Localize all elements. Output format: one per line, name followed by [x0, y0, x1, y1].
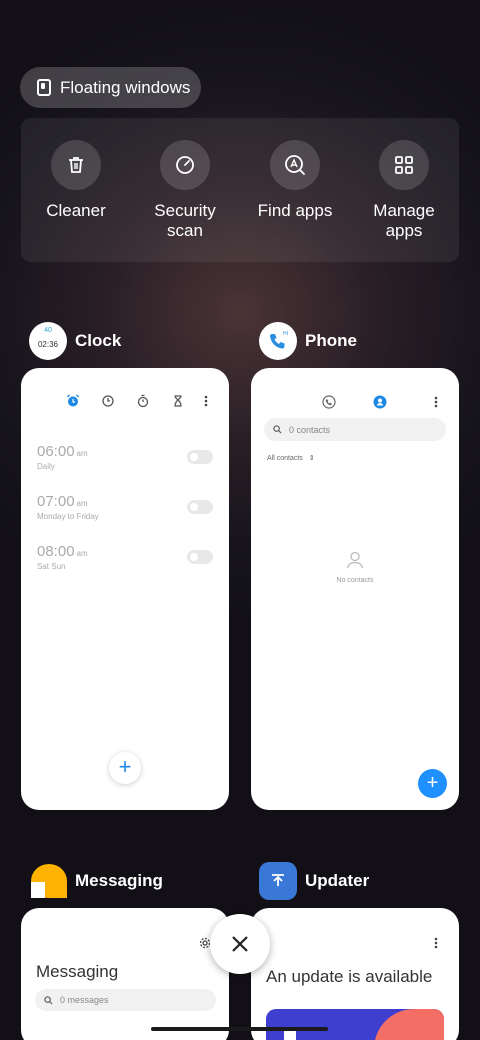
update-banner — [266, 1009, 444, 1040]
updater-card-header[interactable]: Updater — [259, 862, 369, 900]
search-icon — [44, 995, 53, 1005]
phone-app-icon: HI — [259, 322, 297, 360]
clock-icon-top: 40 — [44, 327, 52, 334]
cleaner-button[interactable]: Cleaner — [21, 140, 131, 221]
clock-app-title: Clock — [75, 331, 122, 350]
alarm-row[interactable]: 08:00 am Sat Sun — [37, 543, 213, 577]
alarm-ampm: am — [76, 549, 88, 558]
clock-icon-time: 02:36 — [37, 340, 59, 349]
alarm-time: 07:00 — [37, 493, 75, 510]
updater-app-icon — [259, 862, 297, 900]
clock-tabs — [21, 394, 229, 410]
messaging-heading: Messaging — [36, 962, 119, 981]
shield-check-icon — [160, 140, 210, 190]
clock-app-icon: 40 02:36 — [29, 322, 67, 360]
person-icon — [346, 551, 364, 569]
alarm-row[interactable]: 07:00 am Monday to Friday — [37, 493, 213, 527]
messaging-app-icon — [29, 864, 67, 898]
alarm-toggle[interactable] — [187, 500, 213, 514]
phone-app-title: Phone — [305, 331, 357, 350]
stopwatch-icon[interactable] — [136, 394, 150, 413]
manage-apps-button[interactable]: Manage apps — [349, 140, 459, 241]
find-apps-button[interactable]: Find apps — [240, 140, 350, 221]
updater-app-card[interactable]: An update is available — [251, 908, 459, 1040]
more-options-icon[interactable] — [433, 395, 439, 414]
add-alarm-button[interactable]: + — [109, 752, 141, 784]
find-apps-icon — [270, 140, 320, 190]
grid-icon — [379, 140, 429, 190]
messaging-app-card[interactable]: Messaging 0 messages — [21, 908, 229, 1040]
messages-search-input[interactable]: 0 messages — [35, 989, 216, 1011]
alarm-repeat: Sat Sun — [37, 562, 66, 571]
messaging-app-title: Messaging — [75, 871, 163, 890]
more-options-icon[interactable] — [433, 936, 439, 955]
clock-app-card[interactable]: 06:00 am Daily 07:00 am Monday to Friday 0… — [21, 368, 229, 810]
quick-tools-panel: Cleaner Security scan Find apps Manage a… — [21, 118, 459, 262]
contacts-tab-icon[interactable] — [373, 395, 387, 414]
search-icon — [273, 425, 282, 434]
contacts-filter-label: All contacts — [267, 455, 303, 462]
update-available-heading: An update is available — [266, 967, 433, 986]
phone-icon-badge: HI — [283, 331, 288, 337]
alarm-ampm: am — [76, 449, 88, 458]
close-icon — [232, 936, 248, 952]
no-contacts-empty-state: No contacts — [251, 550, 459, 584]
updater-app-title: Updater — [305, 871, 370, 890]
alarm-toggle[interactable] — [187, 550, 213, 564]
clock-card-header[interactable]: 40 02:36 Clock — [29, 322, 121, 360]
floating-windows-button[interactable]: Floating windows — [20, 67, 201, 108]
alarm-repeat: Daily — [37, 462, 55, 471]
close-all-button[interactable] — [210, 914, 270, 974]
alarm-toggle[interactable] — [187, 450, 213, 464]
phone-app-card[interactable]: 0 contacts All contacts ⇕ No contacts + — [251, 368, 459, 810]
find-apps-label: Find apps — [257, 201, 333, 220]
contacts-search-input[interactable]: 0 contacts — [264, 418, 446, 441]
alarm-repeat: Monday to Friday — [37, 512, 99, 521]
phone-card-header[interactable]: HI Phone — [259, 322, 357, 360]
add-contact-button[interactable]: + — [418, 769, 447, 798]
messaging-card-header[interactable]: Messaging — [29, 864, 163, 898]
security-label-line1: Security — [154, 201, 216, 220]
security-scan-button[interactable]: Security scan — [130, 140, 240, 241]
world-clock-icon[interactable] — [101, 394, 115, 413]
messages-search-placeholder: 0 messages — [60, 995, 109, 1005]
trash-icon — [51, 140, 101, 190]
cleaner-label: Cleaner — [46, 201, 106, 220]
no-contacts-label: No contacts — [336, 577, 374, 584]
manage-label-line1: Manage — [373, 201, 435, 220]
contacts-filter-dropdown[interactable]: All contacts ⇕ — [267, 454, 315, 462]
more-options-icon[interactable] — [203, 394, 209, 413]
alarm-ampm: am — [76, 499, 88, 508]
manage-label-line2: apps — [385, 221, 423, 240]
alarm-icon[interactable] — [66, 394, 80, 413]
alarm-time: 08:00 — [37, 543, 75, 560]
dropdown-arrows-icon: ⇕ — [308, 455, 315, 462]
alarm-time: 06:00 — [37, 443, 75, 460]
contacts-search-placeholder: 0 contacts — [289, 424, 331, 435]
recents-tab-icon[interactable] — [322, 395, 336, 414]
alarm-row[interactable]: 06:00 am Daily — [37, 443, 213, 477]
home-indicator[interactable] — [151, 1027, 328, 1031]
floating-windows-label: Floating windows — [60, 77, 191, 97]
security-label-line2: scan — [167, 221, 203, 240]
floating-window-icon — [37, 79, 51, 96]
timer-icon[interactable] — [171, 394, 185, 413]
